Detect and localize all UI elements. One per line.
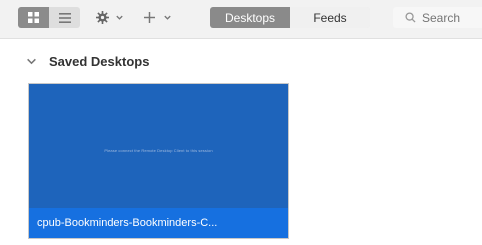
chevron-down-icon <box>116 15 123 20</box>
grid-view-button[interactable] <box>18 7 49 28</box>
search-input[interactable] <box>422 10 482 25</box>
search-icon <box>405 12 416 23</box>
chevron-down-icon <box>164 15 171 20</box>
list-icon <box>58 12 71 23</box>
desktop-preview-text: Please connect the Remote Desktop Client… <box>104 148 213 153</box>
view-mode-toggle <box>18 7 80 28</box>
desktop-tile[interactable]: Please connect the Remote Desktop Client… <box>28 83 289 239</box>
saved-desktops-header[interactable]: Saved Desktops <box>26 52 149 70</box>
grid-icon <box>28 12 39 23</box>
content-tabs: Desktops Feeds <box>210 7 370 28</box>
add-menu-button[interactable] <box>138 7 178 28</box>
section-title: Saved Desktops <box>49 53 150 69</box>
desktop-name: cpub-Bookminders-Bookminders-C... <box>29 208 288 238</box>
settings-menu-button[interactable] <box>90 7 130 28</box>
toolbar: Desktops Feeds <box>0 0 482 39</box>
gear-icon <box>96 11 109 24</box>
plus-icon <box>144 12 155 23</box>
chevron-down-icon <box>26 56 37 67</box>
tab-desktops[interactable]: Desktops <box>210 7 290 28</box>
tab-feeds[interactable]: Feeds <box>290 7 370 28</box>
search-box[interactable] <box>393 7 482 28</box>
list-view-button[interactable] <box>49 7 80 28</box>
